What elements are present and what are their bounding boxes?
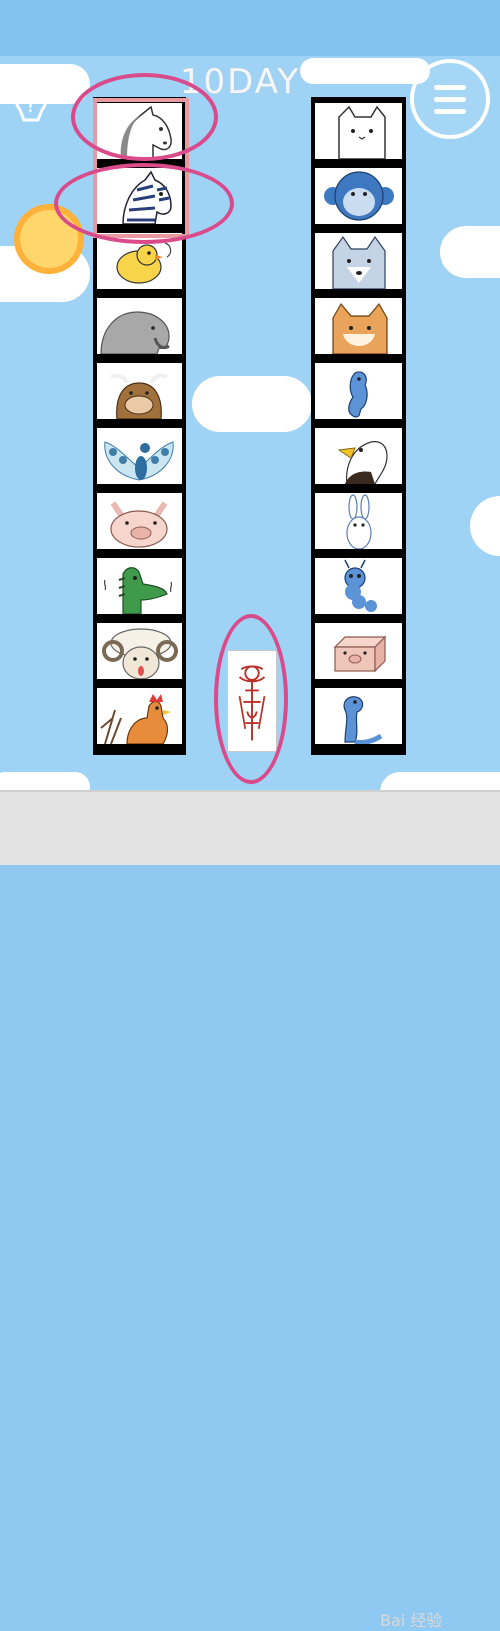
rooster-icon (100, 694, 171, 744)
card-rabbit[interactable] (315, 493, 402, 549)
cloud (192, 376, 312, 432)
highlight-ring (71, 73, 218, 161)
highlight-ring (214, 614, 288, 784)
crocodile-icon (103, 567, 173, 614)
card-cat[interactable] (315, 103, 402, 159)
top-status-bar (0, 0, 500, 56)
ox-icon (110, 373, 168, 419)
eagle-icon (337, 441, 388, 484)
bottom-bar: Bai 经验 (0, 790, 500, 1630)
highlight-ring (54, 163, 234, 244)
hint-button[interactable]: ? (8, 66, 54, 130)
card-seahorse[interactable] (315, 363, 402, 419)
pig-icon (110, 501, 168, 548)
shiba-dog-icon (332, 302, 388, 354)
card-monkey[interactable] (315, 168, 402, 224)
pig-box-icon (333, 635, 387, 673)
cloud (0, 772, 90, 790)
monkey-icon (324, 171, 394, 221)
snake-icon (343, 696, 383, 744)
menu-button[interactable] (410, 59, 490, 139)
card-snake[interactable] (315, 688, 402, 744)
card-rooster[interactable] (97, 688, 182, 744)
wolf-icon (332, 235, 386, 289)
card-shiba-dog[interactable] (315, 298, 402, 354)
card-pig-box[interactable] (315, 623, 402, 679)
caterpillar-icon (344, 559, 377, 612)
card-eagle[interactable] (315, 428, 402, 484)
card-peacock[interactable] (97, 428, 182, 484)
svg-text:?: ? (25, 93, 37, 118)
card-caterpillar[interactable] (315, 558, 402, 614)
card-sheep[interactable] (97, 623, 182, 679)
watermark: Bai 经验 (380, 1611, 443, 1630)
card-wolf[interactable] (315, 233, 402, 289)
lightbulb-question-icon: ? (14, 72, 48, 122)
rabbit-icon (346, 494, 372, 549)
cat-icon (338, 105, 386, 159)
right-animal-column (311, 97, 406, 755)
card-ox[interactable] (97, 363, 182, 419)
card-elephant[interactable] (97, 298, 182, 354)
elephant-icon (100, 311, 170, 354)
cloud (440, 226, 500, 278)
seahorse-icon (348, 371, 368, 418)
cloud (380, 772, 500, 790)
cloud (470, 496, 500, 556)
sheep-icon (102, 628, 178, 679)
card-pig[interactable] (97, 493, 182, 549)
peacock-icon (104, 441, 174, 481)
card-crocodile[interactable] (97, 558, 182, 614)
